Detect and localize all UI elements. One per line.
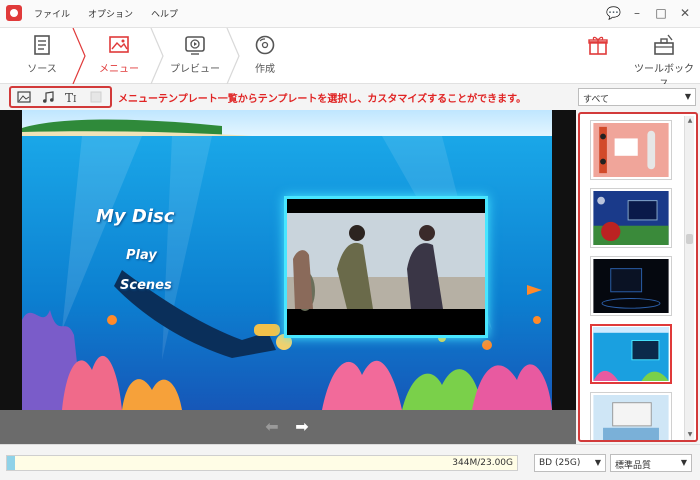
checkbox-icon[interactable] <box>89 90 103 104</box>
scroll-up-icon[interactable]: ▲ <box>685 116 695 126</box>
maximize-icon[interactable]: □ <box>654 5 668 21</box>
app-logo <box>6 5 22 21</box>
template-dark-tech[interactable] <box>590 256 672 316</box>
menu-options[interactable]: オプション <box>88 7 133 20</box>
menu-play-button[interactable]: Play <box>126 248 157 263</box>
gift-box-icon <box>588 36 608 55</box>
toolbox-button[interactable]: ツールボックス <box>634 28 694 90</box>
svg-text:T: T <box>65 91 73 104</box>
status-bar: 344M/23.00G BD (25G) ▼ 標準品質 ▼ <box>0 444 700 480</box>
step-menu[interactable]: メニュー <box>86 28 152 84</box>
quality-select[interactable]: 標準品質 ▼ <box>610 454 692 472</box>
image-icon[interactable] <box>17 90 31 104</box>
prev-page-button[interactable]: ⬅ <box>262 418 282 436</box>
video-thumbnail <box>287 199 485 335</box>
template-preview <box>593 327 669 381</box>
template-preview <box>593 395 669 440</box>
step-separator <box>72 28 86 84</box>
scroll-down-icon[interactable]: ▼ <box>685 430 695 440</box>
next-page-button[interactable]: ➡ <box>292 418 312 436</box>
step-source[interactable]: ソース <box>12 28 72 84</box>
gift-button[interactable] <box>578 28 618 60</box>
menu-preview: My Disc Play Scenes <box>0 110 576 410</box>
menu-bar: ファイル オプション ヘルプ <box>34 7 178 20</box>
disc-capacity-bar: 344M/23.00G <box>6 455 518 471</box>
text-size-icon[interactable]: T I <box>65 90 79 104</box>
template-pink-retro[interactable] <box>590 120 672 180</box>
underwater-scene: My Disc Play Scenes <box>22 110 552 410</box>
template-baseball[interactable] <box>590 188 672 248</box>
minimize-icon[interactable]: – <box>630 5 644 21</box>
template-list: ▲ ▼ <box>578 112 698 442</box>
toolbox-icon <box>654 34 674 55</box>
editor-icon-group: T I <box>9 86 112 108</box>
template-family[interactable] <box>590 392 672 440</box>
template-underwater[interactable] <box>590 324 672 384</box>
step-preview-label: プレビュー <box>170 64 220 75</box>
step-burn[interactable]: 作成 <box>240 28 290 84</box>
step-menu-label: メニュー <box>99 64 139 75</box>
menu-help[interactable]: ヘルプ <box>151 7 178 20</box>
template-preview <box>593 123 669 177</box>
chevron-down-icon: ▼ <box>680 458 687 467</box>
hint-text: メニューテンプレート一覧からテンプレートを選択し、カスタマイズすることができます… <box>118 94 527 105</box>
main-toolbar: ソース メニュー プレビュー 作成 ツールボック <box>0 28 700 90</box>
step-preview[interactable]: プレビュー <box>162 28 228 84</box>
preview-play-icon <box>185 36 205 55</box>
menu-image-icon <box>109 36 129 53</box>
chevron-down-icon: ▼ <box>594 458 601 467</box>
scrollbar-thumb[interactable] <box>686 234 693 244</box>
disc-type-select[interactable]: BD (25G) ▼ <box>534 454 606 472</box>
chevron-down-icon: ▼ <box>684 92 691 101</box>
app-window: ファイル オプション ヘルプ 💬 – □ ✕ ソース メニュー プレビュー 作成… <box>0 0 700 480</box>
template-panel: すべて ▼ ▲ ▼ <box>576 84 700 444</box>
menu-file[interactable]: ファイル <box>34 7 70 20</box>
toolbar-tools: ツールボックス <box>578 28 694 90</box>
disc-type-value: BD (25G) <box>539 458 581 468</box>
burn-disc-icon <box>255 35 275 55</box>
title-bar: ファイル オプション ヘルプ 💬 – □ ✕ <box>0 0 700 28</box>
template-filter-dropdown[interactable]: すべて ▼ <box>578 88 696 106</box>
music-note-icon[interactable] <box>41 90 55 104</box>
template-scrollbar[interactable]: ▲ ▼ <box>684 116 694 440</box>
template-preview <box>593 191 669 245</box>
playback-bar: ⬅ ➡ <box>0 410 576 444</box>
menu-scenes-button[interactable]: Scenes <box>120 278 172 293</box>
close-icon[interactable]: ✕ <box>678 5 692 21</box>
svg-text:I: I <box>73 95 77 104</box>
source-document-icon <box>34 35 50 55</box>
template-preview <box>593 259 669 313</box>
feedback-icon[interactable]: 💬 <box>606 5 621 21</box>
capacity-fill <box>7 456 15 470</box>
quality-value: 標準品質 <box>615 461 652 471</box>
video-thumbnail-frame[interactable] <box>284 196 488 338</box>
capacity-text: 344M/23.00G <box>452 458 513 468</box>
step-source-label: ソース <box>27 64 57 75</box>
menu-disc-title[interactable]: My Disc <box>96 206 174 227</box>
window-controls: 💬 – □ ✕ <box>606 5 692 21</box>
step-burn-label: 作成 <box>255 64 275 75</box>
template-filter-value: すべて <box>583 95 610 105</box>
step-separator <box>226 28 240 84</box>
